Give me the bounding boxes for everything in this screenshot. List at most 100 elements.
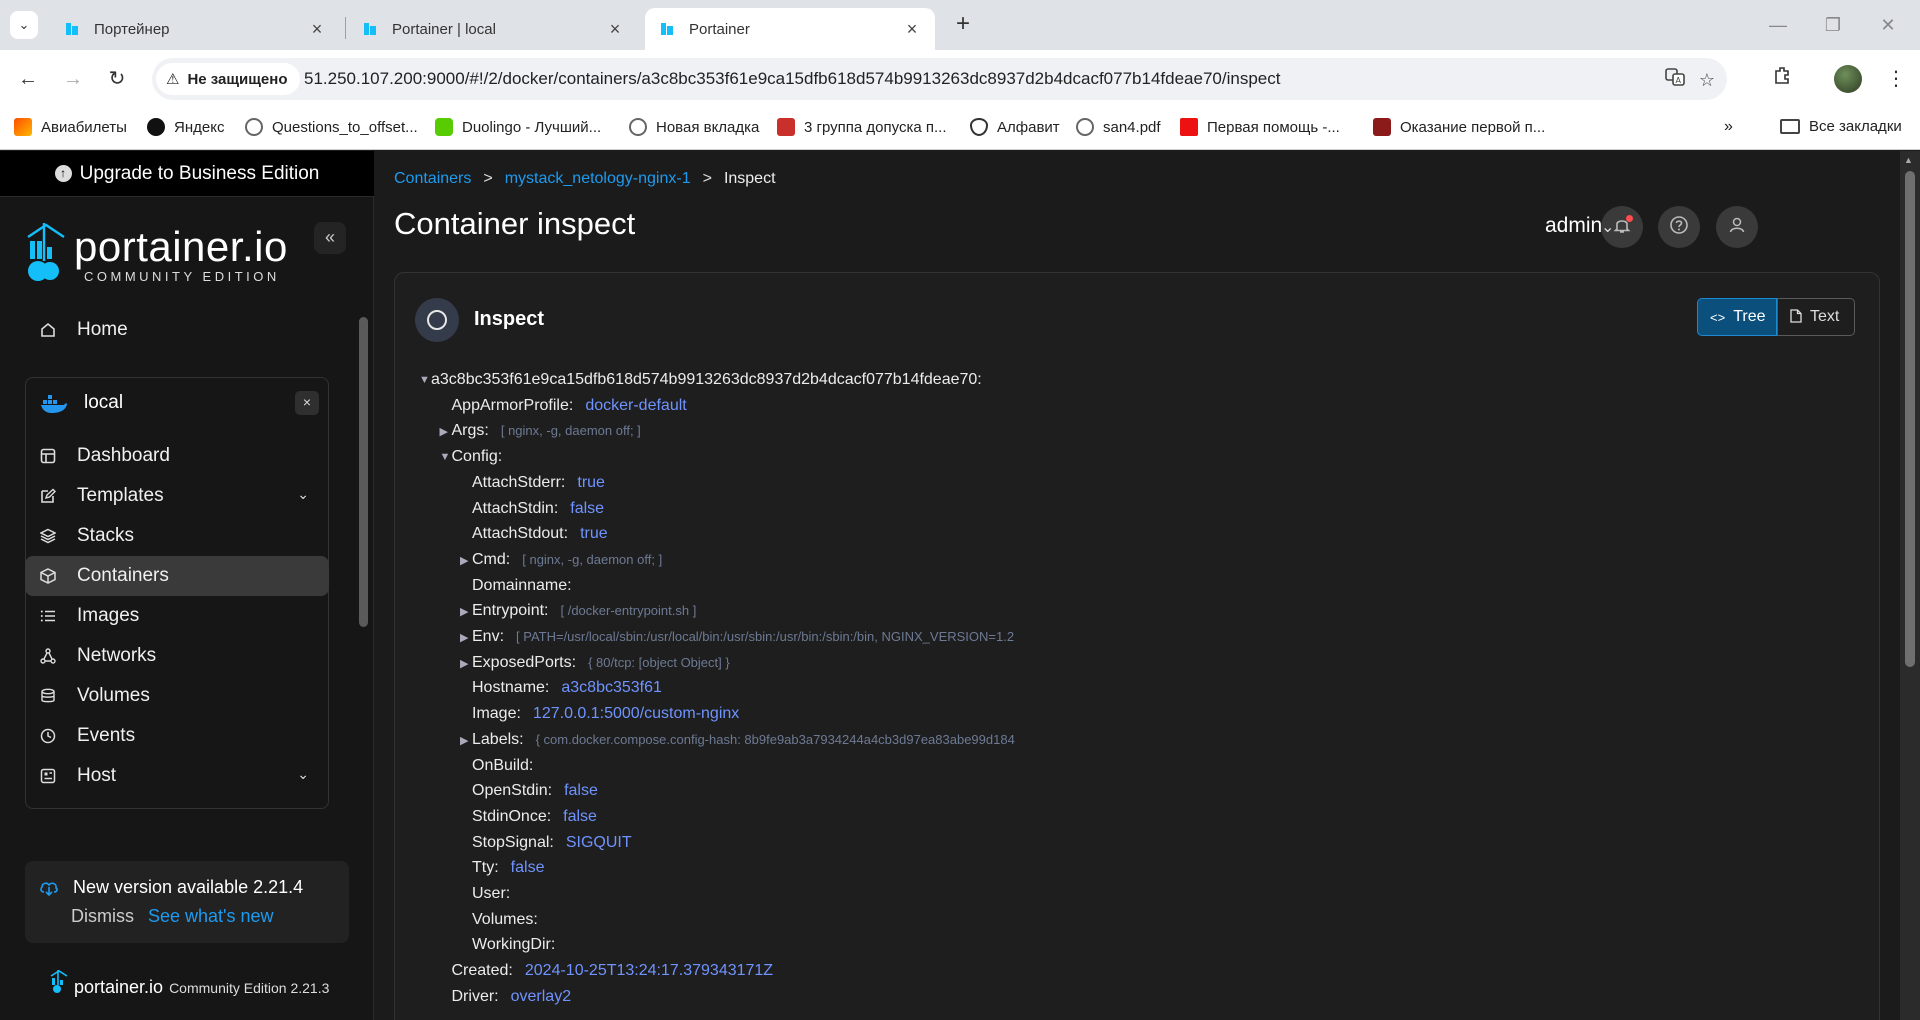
user-name[interactable]: admin [1545, 214, 1602, 238]
red-cross-icon [1180, 118, 1198, 136]
upgrade-button[interactable]: ↑ Upgrade to Business Edition [0, 151, 374, 197]
tree-row[interactable]: ▶ ExposedPorts: { 80/tcp: [object Object] … [460, 654, 730, 676]
tree-key: Volumes: [472, 910, 538, 928]
bookmark-3-gruppa[interactable]: 3 группа допуска п... [777, 118, 947, 136]
menu-icon[interactable]: ⋮ [1882, 65, 1910, 93]
sidebar-item-templates[interactable]: Templates ⌄ [25, 476, 329, 516]
bookmark-new-tab[interactable]: Новая вкладка [629, 118, 759, 136]
browser-tab-1[interactable]: Портейнер × [50, 8, 340, 50]
tab-search-button[interactable]: ⌄ [10, 11, 38, 39]
expand-triangle-icon[interactable]: ▶ [460, 554, 468, 567]
sidebar-item-home[interactable]: Home [25, 310, 329, 350]
portainer-logo[interactable]: portainer.io COMMUNITY EDITION [24, 221, 287, 284]
sidebar-scrollbar[interactable] [359, 317, 368, 627]
bookmark-label: Оказание первой п... [1400, 118, 1546, 136]
scrollbar-thumb[interactable] [1905, 171, 1915, 667]
browser-tab-3-active[interactable]: Portainer × [645, 8, 935, 50]
profile-avatar[interactable] [1834, 65, 1862, 93]
chevron-down-icon[interactable]: ⌄ [297, 486, 309, 503]
scroll-up-icon[interactable]: ▲ [1904, 155, 1913, 165]
tree-row: Domainname: [472, 577, 572, 599]
sidebar-item-stacks[interactable]: Stacks [25, 516, 329, 556]
tree-row[interactable]: ▼ Config: [440, 448, 503, 470]
collapse-triangle-icon[interactable]: ▼ [440, 451, 451, 463]
translate-icon[interactable]: A [1662, 67, 1688, 93]
text-view-button[interactable]: Text [1777, 298, 1855, 336]
tree-view-button[interactable]: <> Tree [1697, 298, 1777, 336]
sidebar-item-events[interactable]: Events [25, 716, 329, 756]
restore-icon[interactable]: ❐ [1820, 12, 1846, 38]
tree-key: a3c8bc353f61e9ca15dfb618d574b9913263dc89… [431, 371, 982, 388]
bookmark-label: Duolingo - Лучший... [462, 118, 602, 136]
extensions-icon[interactable] [1768, 65, 1796, 93]
bookmarks-bar: Авиабилеты Яндекс Questions_to_offset...… [0, 108, 1920, 150]
expand-triangle-icon[interactable]: ▶ [460, 657, 468, 670]
bookmark-duolingo[interactable]: Duolingo - Лучший... [435, 118, 601, 136]
chevron-down-icon[interactable]: ⌄ [297, 766, 309, 783]
close-icon[interactable]: × [903, 19, 921, 40]
sidebar-item-label: Stacks [77, 525, 135, 546]
sidebar-item-networks[interactable]: Networks [25, 636, 329, 676]
tree-row[interactable]: ▶ Env: [ PATH=/usr/local/sbin:/usr/local/b… [460, 628, 1014, 650]
tree-row[interactable]: ▶ Entrypoint: [ /docker-entrypoint.sh ] [460, 602, 696, 624]
page-scrollbar[interactable]: ▲ [1900, 151, 1920, 1020]
expand-triangle-icon[interactable]: ▶ [440, 425, 448, 438]
address-bar[interactable]: ⚠ Не защищено 51.250.107.200:9000/#!/2/d… [152, 58, 1727, 100]
bookmark-aviabilety[interactable]: Авиабилеты [14, 118, 127, 136]
widget-circle-icon [415, 298, 459, 342]
security-label: Не защищено [187, 70, 288, 88]
all-bookmarks[interactable]: Все закладки [1780, 118, 1902, 135]
breadcrumb-container-link[interactable]: mystack_netology-nginx-1 [505, 170, 691, 188]
user-avatar[interactable] [1716, 206, 1758, 248]
sidebar-item-host[interactable]: Host ⌄ [25, 756, 329, 796]
collapse-sidebar-button[interactable]: « [314, 222, 346, 254]
reload-icon[interactable]: ↻ [103, 65, 131, 93]
security-chip[interactable]: ⚠ Не защищено [156, 63, 300, 95]
globe-icon [245, 118, 263, 136]
sidebar-item-dashboard[interactable]: Dashboard [25, 436, 329, 476]
code-icon: <> [1710, 309, 1726, 325]
layers-icon [39, 527, 57, 545]
expand-triangle-icon[interactable]: ▶ [460, 734, 468, 747]
star-icon[interactable]: ☆ [1694, 67, 1720, 93]
dismiss-button[interactable]: Dismiss [71, 906, 134, 927]
bookmark-san4[interactable]: san4.pdf [1076, 118, 1161, 136]
tree-row[interactable]: ▶ Labels: { com.docker.compose.config-hash… [460, 731, 1015, 753]
help-button[interactable] [1658, 206, 1700, 248]
forward-icon[interactable]: → [59, 65, 87, 93]
bookmark-pervaya-pomosch[interactable]: Первая помощь -... [1180, 118, 1340, 136]
browser-tab-2[interactable]: Portainer | local × [348, 8, 638, 50]
environment-header: local [26, 378, 328, 428]
expand-triangle-icon[interactable]: ▶ [460, 631, 468, 644]
tree-value: false [564, 782, 598, 800]
whats-new-link[interactable]: See what's new [148, 906, 274, 927]
footer-name: portainer.io [74, 977, 164, 997]
more-bookmarks-icon[interactable]: » [1724, 118, 1733, 136]
sidebar-item-label: Templates [77, 485, 164, 506]
tree-key: User: [472, 885, 511, 902]
sidebar-item-containers[interactable]: Containers [25, 556, 329, 596]
new-tab-button[interactable]: + [948, 10, 978, 40]
close-environment-icon[interactable]: × [295, 391, 319, 415]
bookmark-yandex[interactable]: Яндекс [147, 118, 224, 136]
minimize-icon[interactable]: — [1765, 12, 1791, 38]
expand-triangle-icon[interactable]: ▶ [460, 605, 468, 618]
tree-row[interactable]: ▶ Args: [ nginx, -g, daemon off; ] [440, 422, 641, 444]
bookmark-questions[interactable]: Questions_to_offset... [245, 118, 418, 136]
tree-key: OpenStdin: [472, 782, 553, 800]
box-icon [39, 567, 57, 585]
url-text[interactable]: 51.250.107.200:9000/#!/2/docker/containe… [304, 69, 1280, 89]
tree-row[interactable]: ▶ Cmd: [ nginx, -g, daemon off; ] [460, 551, 662, 573]
sidebar-item-volumes[interactable]: Volumes [25, 676, 329, 716]
sidebar-item-images[interactable]: Images [25, 596, 329, 636]
window-close-icon[interactable]: ✕ [1875, 12, 1901, 38]
close-icon[interactable]: × [606, 19, 624, 40]
back-icon[interactable]: ← [14, 65, 42, 93]
close-icon[interactable]: × [308, 19, 326, 40]
bookmark-okazanie[interactable]: Оказание первой п... [1373, 118, 1545, 136]
collapse-triangle-icon[interactable]: ▼ [419, 374, 430, 386]
breadcrumb-containers-link[interactable]: Containers [394, 170, 471, 188]
tree-row[interactable]: ▼ a3c8bc353f61e9ca15dfb618d574b9913263dc8… [419, 371, 982, 393]
chevron-down-icon[interactable]: ⌄ [1601, 217, 1614, 237]
bookmark-alfavit[interactable]: Алфавит [970, 118, 1060, 136]
